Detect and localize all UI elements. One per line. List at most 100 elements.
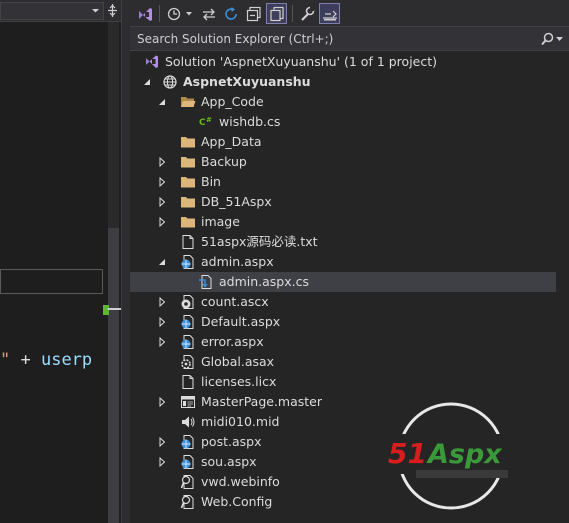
tree-item-label: wishdb.cs (219, 114, 281, 129)
home-button[interactable] (135, 3, 155, 24)
collapsed-arrow-icon[interactable] (157, 177, 167, 187)
solution-explorer: Solution 'AspnetXuyuanshu' (1 of 1 proje… (130, 0, 569, 523)
tree-item-label: 51aspx源码必读.txt (201, 234, 318, 249)
tree-item-file[interactable]: Global.asax (130, 352, 569, 372)
tree-item-file[interactable]: sou.aspx (130, 452, 569, 472)
collapsed-arrow-icon[interactable] (157, 317, 167, 327)
collapsed-arrow-icon[interactable] (157, 297, 167, 307)
collapsed-arrow-icon[interactable] (157, 337, 167, 347)
tree-item-file-selected[interactable]: admin.aspx.cs (130, 272, 569, 292)
web-config-file-icon (180, 495, 194, 509)
collapse-all-button[interactable] (244, 3, 264, 24)
chevron-down-icon[interactable] (555, 36, 564, 42)
tree-item-label: midi010.mid (201, 414, 280, 429)
solution-icon (146, 55, 158, 68)
tree-item-file[interactable]: C # wishdb.cs (130, 112, 569, 132)
member-dropdown[interactable] (0, 2, 104, 20)
code-editor[interactable]: " + userp (0, 0, 121, 523)
tree-item-label: count.ascx (201, 294, 269, 309)
caret-position-marker (108, 308, 121, 310)
refresh-icon (225, 6, 237, 20)
collapsed-arrow-icon[interactable] (157, 157, 167, 167)
preview-selected-button[interactable] (319, 3, 340, 24)
tree-item-file[interactable]: MasterPage.master (130, 392, 569, 412)
show-all-files-button[interactable] (266, 3, 287, 24)
pane-splitter[interactable] (121, 0, 130, 523)
web-config-file-icon (180, 475, 194, 489)
tree-item-label: vwd.webinfo (201, 474, 280, 489)
properties-button[interactable] (297, 3, 317, 24)
collapsed-arrow-icon[interactable] (157, 437, 167, 447)
search-bar (130, 27, 569, 51)
change-marker (103, 305, 109, 315)
tree-item-label: App_Data (201, 134, 262, 149)
tree-item-file[interactable]: Default.aspx (130, 312, 569, 332)
chevron-down-icon[interactable] (91, 6, 100, 15)
toolbar-separator (292, 5, 293, 22)
search-icon[interactable] (541, 32, 554, 46)
audio-file-icon (182, 416, 195, 428)
tree-item-file[interactable]: vwd.webinfo (130, 472, 569, 492)
tree-item-file[interactable]: 51aspx源码必读.txt (130, 232, 569, 252)
global-application-icon (181, 355, 194, 369)
pending-changes-button[interactable] (166, 3, 196, 24)
tree-item-label: Bin (201, 174, 221, 189)
tree-item-label: sou.aspx (201, 454, 257, 469)
tree-item-file[interactable]: licenses.licx (130, 372, 569, 392)
tree-item-label: admin.aspx (201, 254, 274, 269)
tree-item-solution[interactable]: Solution 'AspnetXuyuanshu' (1 of 1 proje… (130, 52, 569, 72)
tree-item-label: post.aspx (201, 434, 262, 449)
tree-item-label: Backup (201, 154, 247, 169)
code-identifier: userp (40, 350, 93, 370)
folder-icon (181, 177, 195, 188)
properties-wrench-icon (301, 6, 315, 21)
tree-item-folder[interactable]: Bin (130, 172, 569, 192)
tree-item-project[interactable]: AspnetXuyuanshu (130, 72, 569, 92)
tree-item-folder[interactable]: Backup (130, 152, 569, 172)
master-page-icon (181, 396, 195, 408)
tree-item-label: DB_51Aspx (201, 194, 272, 209)
tree-item-file[interactable]: midi010.mid (130, 412, 569, 432)
sync-button[interactable] (199, 3, 219, 24)
expanded-arrow-icon[interactable] (142, 77, 152, 87)
csharp-file-icon: C # (199, 116, 212, 128)
solution-explorer-toolbar (130, 0, 569, 27)
tree-item-folder[interactable]: DB_51Aspx (130, 192, 569, 212)
text-file-icon (182, 375, 194, 389)
tree-item-file[interactable]: Web.Config (130, 492, 569, 512)
tree-scrollbar[interactable] (556, 52, 569, 523)
split-window-icon[interactable] (106, 3, 119, 18)
toolbar-separator (159, 5, 160, 22)
tree-item-folder[interactable]: image (130, 212, 569, 232)
preview-selected-icon (322, 10, 337, 20)
expanded-arrow-icon[interactable] (157, 97, 167, 107)
refresh-button[interactable] (221, 3, 241, 24)
tree-item-folder[interactable]: App_Data (130, 132, 569, 152)
tree-item-label: error.aspx (201, 334, 264, 349)
tree-item-file[interactable]: post.aspx (130, 432, 569, 452)
tree-item-file[interactable]: admin.aspx (130, 252, 569, 272)
tree-item-label: licenses.licx (201, 374, 277, 389)
folder-icon (181, 137, 195, 148)
tree-item-label: AspnetXuyuanshu (183, 74, 311, 89)
collapsed-arrow-icon[interactable] (157, 217, 167, 227)
tree-item-file[interactable]: error.aspx (130, 332, 569, 352)
tree-item-label: Global.asax (201, 354, 275, 369)
tree-item-file[interactable]: count.ascx (130, 292, 569, 312)
collapsed-arrow-icon[interactable] (157, 197, 167, 207)
tree-item-label: admin.aspx.cs (219, 274, 310, 289)
search-input[interactable] (137, 31, 527, 47)
editor-scrollbar-thumb[interactable] (108, 228, 119, 523)
collapsed-arrow-icon[interactable] (157, 457, 167, 467)
open-folder-icon (181, 97, 196, 107)
tree-item-label: Web.Config (201, 494, 273, 509)
code-behind-file-icon (199, 275, 212, 289)
svg-text:C: C (199, 118, 206, 128)
folder-icon (181, 157, 195, 168)
tree-item-folder[interactable]: App_Code (130, 92, 569, 112)
expanded-arrow-icon[interactable] (157, 257, 167, 267)
sync-arrows-icon (203, 8, 215, 20)
svg-text:#: # (206, 116, 212, 124)
web-form-icon (181, 335, 194, 349)
collapsed-arrow-icon[interactable] (157, 397, 167, 407)
